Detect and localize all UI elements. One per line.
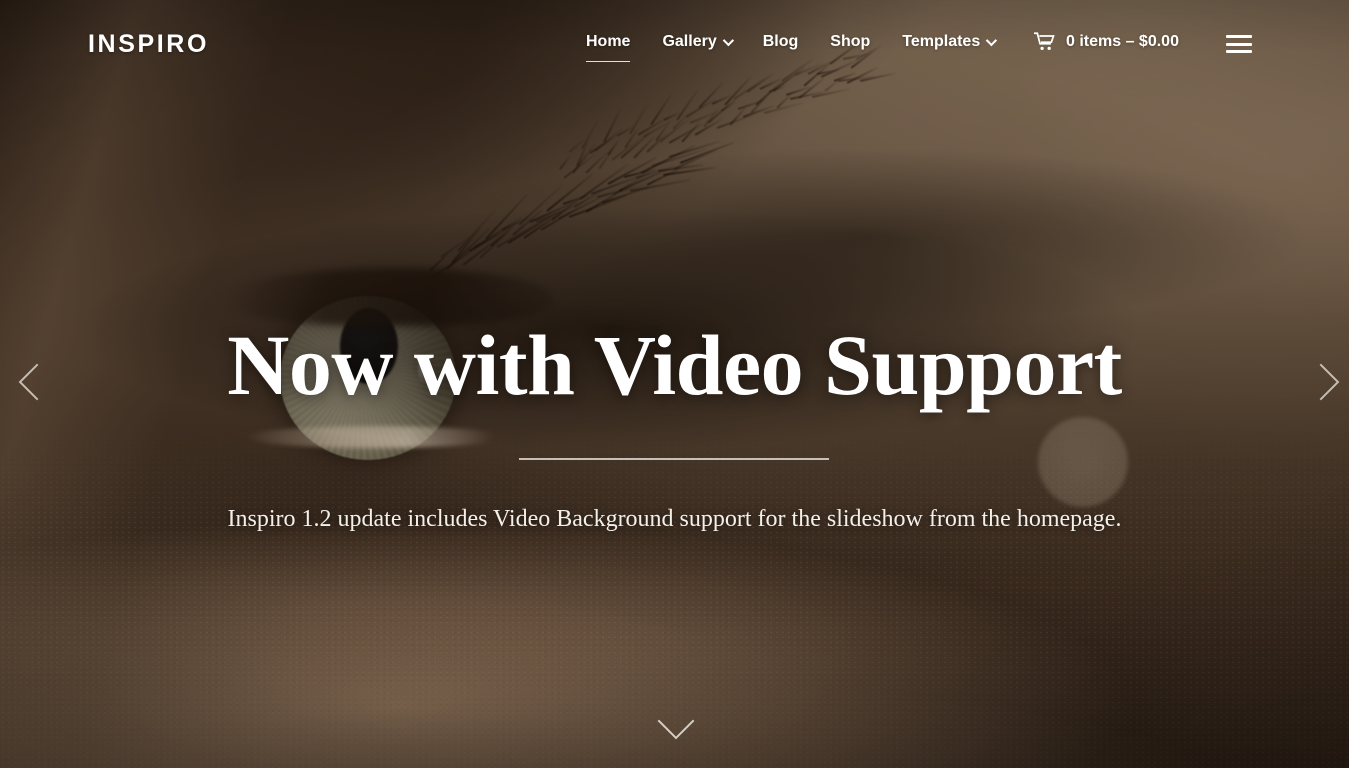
site-header: INSPIRO Home Gallery Blog Shop Templates 0 i… [0, 0, 1349, 88]
nav-item-label: Gallery [662, 33, 717, 50]
site-logo[interactable]: INSPIRO [88, 30, 209, 59]
nav-item-label: Blog [762, 33, 799, 50]
chevron-down-icon [657, 702, 695, 740]
nav-item-label: Templates [902, 33, 981, 50]
hero-title: Now with Video Support [227, 317, 1122, 413]
slide-prev-button[interactable] [12, 361, 56, 405]
shopping-cart-icon [1034, 32, 1055, 51]
burger-bar-1 [1226, 35, 1252, 38]
nav-item-gallery[interactable]: Gallery [662, 33, 734, 51]
burger-bar-3 [1226, 50, 1252, 53]
hamburger-menu-icon[interactable] [1226, 32, 1252, 56]
hero-divider [519, 458, 829, 460]
hero-content: Now with Video Support Inspiro 1.2 updat… [0, 0, 1349, 768]
chevron-right-icon [1302, 363, 1340, 401]
burger-bar-2 [1226, 42, 1252, 46]
chevron-down-icon [722, 34, 734, 47]
chevron-down-icon [985, 34, 998, 47]
nav-item-shop[interactable]: Shop [830, 33, 870, 51]
main-navigation: Home Gallery Blog Shop Templates [586, 33, 1026, 62]
cart-label: 0 items – $0.00 [1066, 32, 1179, 50]
scroll-down-button[interactable] [655, 702, 697, 748]
cart-link[interactable]: 0 items – $0.00 [1034, 32, 1179, 51]
nav-item-blog[interactable]: Blog [763, 33, 799, 51]
nav-item-label: Home [586, 33, 631, 50]
chevron-left-icon [18, 363, 56, 401]
slideshow-hero-section: INSPIRO Home Gallery Blog Shop Templates 0 i… [0, 0, 1349, 768]
slide-next-button[interactable] [1296, 361, 1340, 405]
nav-item-label: Shop [830, 33, 871, 50]
nav-item-home[interactable]: Home [586, 33, 631, 62]
nav-item-templates[interactable]: Templates [902, 33, 998, 51]
hero-subtitle: Inspiro 1.2 update includes Video Backgr… [227, 506, 1122, 532]
